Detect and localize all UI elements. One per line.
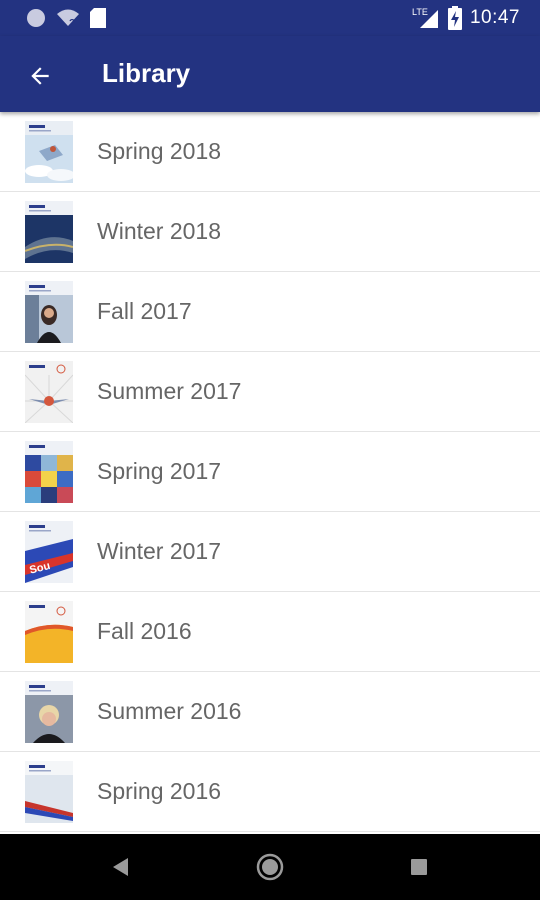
issue-label: Winter 2017 <box>97 538 222 564</box>
wifi-unknown-icon: ? <box>57 9 79 28</box>
list-item[interactable]: Spring 2016 <box>0 752 540 832</box>
cover-thumbnail <box>25 361 73 423</box>
list-item[interactable]: Summer 2017 <box>0 352 540 432</box>
sd-card-icon <box>90 8 106 28</box>
cover-thumbnail: Sou <box>25 521 73 583</box>
lte-signal-icon: LTE <box>412 7 438 28</box>
circle-status-icon <box>27 9 45 27</box>
cover-thumbnail <box>25 761 73 823</box>
list-item[interactable]: Fall 2017 <box>0 272 540 352</box>
clock: 10:47 <box>469 7 520 28</box>
recents-square-icon <box>411 859 427 875</box>
cover-thumbnail <box>25 601 73 663</box>
list-item[interactable]: Fall 2016 <box>0 592 540 672</box>
svg-text:?: ? <box>69 18 75 28</box>
cover-thumbnail <box>25 201 73 263</box>
status-bar: ? LTE 10:47 <box>0 0 540 36</box>
page-title: Library <box>102 58 191 88</box>
issue-label: Fall 2017 <box>97 298 192 324</box>
issue-label: Fall 2016 <box>97 618 192 644</box>
status-left-icons: ? <box>26 8 106 28</box>
list-item[interactable]: Summer 2016 <box>0 672 540 752</box>
app-bar: Library <box>0 36 540 112</box>
back-button[interactable] <box>22 58 58 94</box>
cover-thumbnail <box>25 121 73 183</box>
navigation-bar <box>0 834 540 900</box>
library-list[interactable]: Spring 2018 Winter 2018 Fall 2017 Summer… <box>0 112 540 834</box>
cover-thumbnail <box>25 681 73 743</box>
issue-label: Spring 2018 <box>97 138 222 164</box>
issue-label: Winter 2018 <box>97 218 222 244</box>
back-triangle-icon <box>113 858 128 876</box>
nav-home-button[interactable] <box>252 849 288 885</box>
svg-text:LTE: LTE <box>412 7 428 17</box>
issue-label: Spring 2017 <box>97 458 222 484</box>
list-item[interactable]: Spring 2017 <box>0 432 540 512</box>
home-circle-icon <box>256 853 284 881</box>
status-right-icons: LTE 10:47 <box>412 6 520 30</box>
cover-thumbnail <box>25 281 73 343</box>
issue-label: Summer 2017 <box>97 378 242 404</box>
list-item[interactable]: Sou Winter 2017 <box>0 512 540 592</box>
list-item[interactable]: Winter 2018 <box>0 192 540 272</box>
cover-thumbnail <box>25 441 73 503</box>
issue-label: Summer 2016 <box>97 698 242 724</box>
nav-recents-button[interactable] <box>401 849 437 885</box>
arrow-back-icon <box>31 67 49 85</box>
nav-back-button[interactable] <box>102 849 138 885</box>
issue-label: Spring 2016 <box>97 778 222 804</box>
battery-charging-icon <box>447 6 462 30</box>
list-item[interactable]: Spring 2018 <box>0 112 540 192</box>
